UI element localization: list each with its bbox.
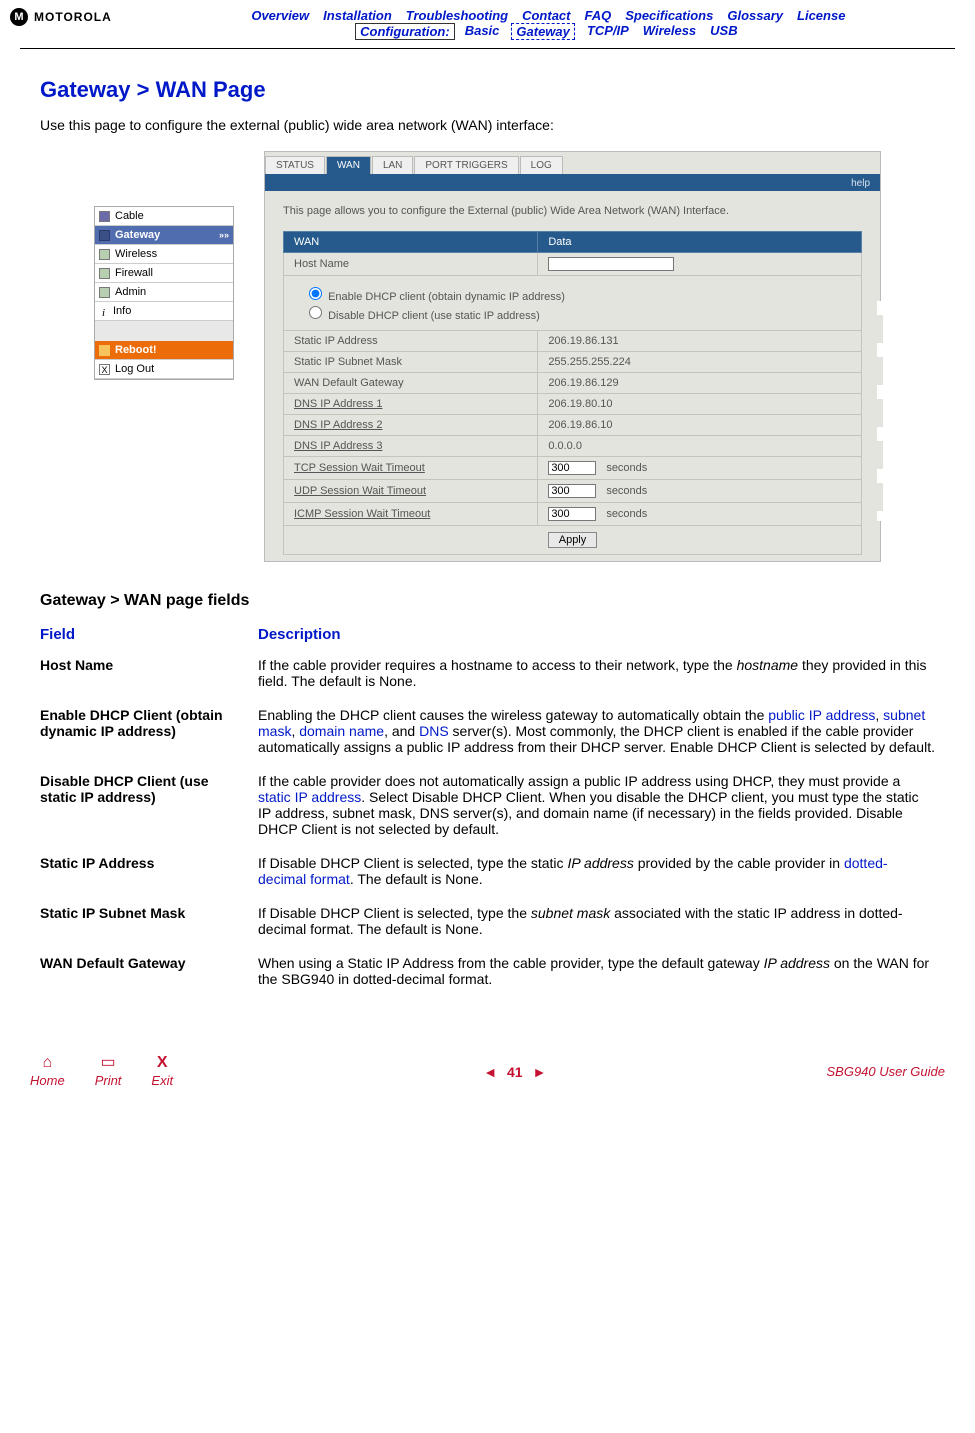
desc-disable-dhcp: If the cable provider does not automatic… (258, 773, 935, 855)
scroll-grabs (877, 301, 883, 521)
sidenav-wireless[interactable]: Wireless (95, 245, 233, 264)
input-host-name[interactable] (548, 257, 674, 271)
radio-disable-dhcp[interactable]: Disable DHCP client (use static IP addre… (304, 303, 851, 322)
input-icmp-timeout[interactable] (548, 507, 596, 521)
nav-installation[interactable]: Installation (319, 8, 396, 23)
value-dns2: 206.19.86.10 (538, 415, 862, 436)
sidenav-info[interactable]: iInfo (95, 302, 233, 321)
sidenav-firewall[interactable]: Firewall (95, 264, 233, 283)
input-udp-timeout[interactable] (548, 484, 596, 498)
nav-usb[interactable]: USB (706, 23, 741, 40)
config-sidenav: Cable Gateway»» Wireless Firewall Admin … (94, 206, 234, 380)
nav-glossary[interactable]: Glossary (723, 8, 787, 23)
sidenav-cable[interactable]: Cable (95, 207, 233, 226)
nav-basic[interactable]: Basic (461, 23, 504, 40)
motorola-logo: MOTOROLA (0, 8, 112, 26)
nav-wireless[interactable]: Wireless (639, 23, 700, 40)
topnav-row-2: Configuration: Basic Gateway TCP/IP Wire… (122, 23, 975, 40)
page-number: 41 (507, 1064, 523, 1080)
field-static-ip: Static IP Address (40, 855, 258, 905)
field-host-name: Host Name (40, 657, 258, 707)
page-title: Gateway > WAN Page (40, 77, 935, 103)
th-wan: WAN (284, 232, 538, 253)
configuration-label: Configuration: (355, 23, 455, 40)
value-dns1: 206.19.80.10 (538, 394, 862, 415)
tab-log[interactable]: LOG (520, 156, 563, 174)
sidenav-gateway[interactable]: Gateway»» (95, 226, 233, 245)
sidenav-logout[interactable]: XLog Out (95, 360, 233, 379)
desc-enable-dhcp: Enabling the DHCP client causes the wire… (258, 707, 935, 773)
chevron-icon: »» (219, 230, 229, 240)
label-static-ip: Static IP Address (284, 331, 538, 352)
sidenav-admin[interactable]: Admin (95, 283, 233, 302)
dhcp-options: Enable DHCP client (obtain dynamic IP ad… (284, 276, 862, 331)
nav-gateway-active[interactable]: Gateway (511, 23, 574, 40)
prev-page-icon[interactable]: ◄ (477, 1064, 503, 1080)
value-static-ip: 206.19.86.131 (538, 331, 862, 352)
tab-wan[interactable]: WAN (326, 156, 371, 174)
label-dns2[interactable]: DNS IP Address 2 (284, 415, 538, 436)
config-panel: STATUS WAN LAN PORT TRIGGERS LOG help Th… (264, 151, 881, 562)
home-button[interactable]: ⌂ Home (30, 1055, 65, 1088)
nav-contact[interactable]: Contact (518, 8, 574, 23)
guide-title: SBG940 User Guide (826, 1064, 945, 1079)
value-wan-gw: 206.19.86.129 (538, 373, 862, 394)
field-subnet: Static IP Subnet Mask (40, 905, 258, 955)
label-tcp-timeout[interactable]: TCP Session Wait Timeout (284, 457, 538, 480)
tab-status[interactable]: STATUS (265, 156, 325, 174)
exit-icon: X (157, 1055, 168, 1071)
nav-specifications[interactable]: Specifications (621, 8, 717, 23)
input-tcp-timeout[interactable] (548, 461, 596, 475)
value-dns3: 0.0.0.0 (538, 436, 862, 457)
intro-text: Use this page to configure the external … (40, 117, 935, 133)
print-button[interactable]: ▭ Print (95, 1055, 122, 1088)
panel-description: This page allows you to configure the Ex… (283, 205, 862, 217)
nav-overview[interactable]: Overview (247, 8, 313, 23)
motorola-icon (10, 8, 28, 26)
apply-button[interactable]: Apply (548, 532, 598, 548)
radio-enable-dhcp[interactable]: Enable DHCP client (obtain dynamic IP ad… (304, 284, 851, 303)
nav-faq[interactable]: FAQ (580, 8, 615, 23)
desc-host-name: If the cable provider requires a hostnam… (258, 657, 935, 707)
desc-subnet: If Disable DHCP Client is selected, type… (258, 905, 935, 955)
logo-text: MOTOROLA (34, 10, 112, 24)
wan-table: WAN Data Host Name Enable DHCP client (o… (283, 231, 862, 555)
desc-static-ip: If Disable DHCP Client is selected, type… (258, 855, 935, 905)
th-data: Data (538, 232, 862, 253)
value-subnet: 255.255.255.224 (538, 352, 862, 373)
next-page-icon[interactable]: ► (526, 1064, 552, 1080)
label-subnet: Static IP Subnet Mask (284, 352, 538, 373)
fields-table: Field Description Host Name If the cable… (40, 626, 935, 1005)
footer: ⌂ Home ▭ Print X Exit ◄ 41 ► SBG940 User… (0, 1045, 975, 1098)
config-tabs: STATUS WAN LAN PORT TRIGGERS LOG (265, 152, 880, 176)
label-dns3[interactable]: DNS IP Address 3 (284, 436, 538, 457)
nav-license[interactable]: License (793, 8, 849, 23)
nav-tcpip[interactable]: TCP/IP (583, 23, 633, 40)
label-wan-gw: WAN Default Gateway (284, 373, 538, 394)
tab-lan[interactable]: LAN (372, 156, 413, 174)
section-title: Gateway > WAN page fields (40, 592, 935, 610)
col-description: Description (258, 626, 935, 657)
sidenav-reboot[interactable]: Reboot! (95, 341, 233, 360)
field-disable-dhcp: Disable DHCP Client (use static IP addre… (40, 773, 258, 855)
label-udp-timeout[interactable]: UDP Session Wait Timeout (284, 480, 538, 503)
topnav-row-1: Overview Installation Troubleshooting Co… (122, 8, 975, 23)
pager: ◄ 41 ► (203, 1064, 826, 1080)
desc-wan-gw: When using a Static IP Address from the … (258, 955, 935, 1005)
home-icon: ⌂ (43, 1055, 53, 1071)
label-icmp-timeout[interactable]: ICMP Session Wait Timeout (284, 503, 538, 526)
print-icon: ▭ (100, 1055, 115, 1071)
col-field: Field (40, 626, 258, 657)
label-host-name: Host Name (284, 253, 538, 276)
tab-port-triggers[interactable]: PORT TRIGGERS (414, 156, 518, 174)
label-dns1[interactable]: DNS IP Address 1 (284, 394, 538, 415)
exit-button[interactable]: X Exit (151, 1055, 173, 1088)
field-enable-dhcp: Enable DHCP Client (obtain dynamic IP ad… (40, 707, 258, 773)
help-link[interactable]: help (851, 178, 870, 189)
nav-troubleshooting[interactable]: Troubleshooting (402, 8, 512, 23)
field-wan-gw: WAN Default Gateway (40, 955, 258, 1005)
